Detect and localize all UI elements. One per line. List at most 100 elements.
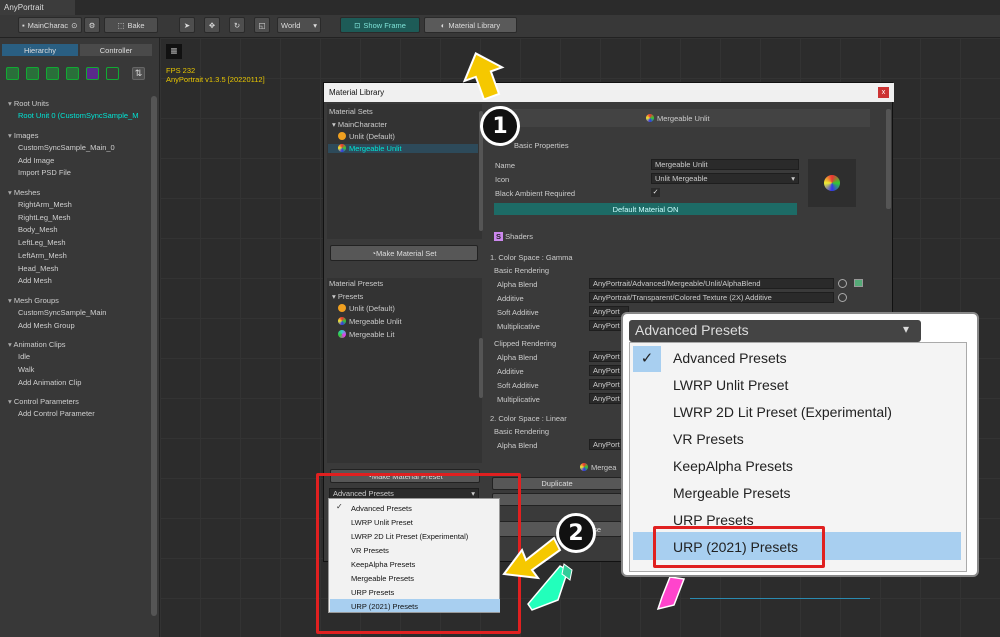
gamma-label: 1. Color Space : Gamma <box>490 253 573 262</box>
magnified-item[interactable]: Mergeable Presets <box>673 485 791 501</box>
gear-icon: ⚙ <box>88 20 96 30</box>
make-material-set-button[interactable]: ◔ Make Material Set <box>330 245 478 261</box>
mesh-item[interactable]: RightArm_Mesh <box>18 200 72 209</box>
preset-item[interactable]: Mergeable Lit <box>338 330 394 339</box>
magnified-item[interactable]: KeepAlpha Presets <box>673 458 793 474</box>
arrow-up-icon <box>462 52 505 100</box>
add-control-param-button[interactable]: Add Control Parameter <box>18 409 95 418</box>
mergeable-icon <box>646 114 654 122</box>
toolbar: ▪ MainCharac ⊙ ⚙ ⬚ Bake ➤ ✥ ↻ ◱ World ▾ ⊡ S… <box>0 15 1000 38</box>
settings-button[interactable]: ⚙ <box>84 17 100 33</box>
icon-preview <box>808 159 856 207</box>
alpha-blend-label: Alpha Blend <box>497 441 538 450</box>
shader-icon: S <box>494 232 504 241</box>
multiplicative-label: Multiplicative <box>497 395 540 404</box>
sets-root[interactable]: ▾ MainCharacter <box>332 120 387 129</box>
material-presets-label: Material Presets <box>329 279 384 288</box>
shader-path-field[interactable]: AnyPortrait/Advanced/Mergeable/Unlit/Alp… <box>589 278 834 289</box>
import-psd-button[interactable]: Import PSD File <box>18 168 71 177</box>
presets-scrollbar[interactable] <box>479 338 483 398</box>
add-image-button[interactable]: Add Image <box>18 156 54 165</box>
mesh-item[interactable]: LeftArm_Mesh <box>18 251 67 260</box>
preset-item[interactable]: Mergeable Unlit <box>338 317 402 326</box>
mesh-item[interactable]: Head_Mesh <box>18 264 58 273</box>
target-picker-icon[interactable] <box>838 279 847 288</box>
filter-mesh-icon[interactable] <box>46 67 59 80</box>
sort-icon[interactable]: ⇅ <box>132 67 145 80</box>
step-2-badge: 2 <box>556 513 596 553</box>
add-anim-button[interactable]: Add Animation Clip <box>18 378 81 387</box>
bake-icon: ⬚ <box>117 20 125 30</box>
root-unit-item[interactable]: Root Unit 0 (CustomSyncSample_M <box>18 111 138 120</box>
filter-meshgroup-icon[interactable] <box>66 67 79 80</box>
magnified-item[interactable]: VR Presets <box>673 431 744 447</box>
move-icon: ✥ <box>208 20 216 30</box>
chevron-down-icon: ▾ <box>903 322 910 336</box>
material-library-button[interactable]: ◐ Material Library <box>424 17 517 33</box>
icon-dropdown[interactable]: Unlit Mergeable ▾ <box>651 173 799 184</box>
shader-path-field[interactable]: AnyPortrait/Transparent/Colored Texture … <box>589 292 834 303</box>
mesh-item[interactable]: LeftLeg_Mesh <box>18 238 66 247</box>
image-item[interactable]: CustomSyncSample_Main_0 <box>18 143 115 152</box>
default-material-button[interactable]: Default Material ON <box>494 203 797 215</box>
target-picker-icon[interactable] <box>838 293 847 302</box>
close-icon[interactable]: x <box>878 87 889 98</box>
rotate-icon: ↻ <box>233 20 241 30</box>
material-icon: ◐ <box>440 20 446 30</box>
detail-scrollbar[interactable] <box>886 109 891 209</box>
highlight-box-large <box>653 526 825 568</box>
mergeable-icon <box>338 144 346 152</box>
filter-param-icon[interactable] <box>106 67 119 80</box>
magnified-item[interactable]: Advanced Presets <box>673 350 787 366</box>
unlit-icon <box>338 132 346 140</box>
filter-root-icon[interactable] <box>6 67 19 80</box>
rotate-tool-button[interactable]: ↻ <box>229 17 245 33</box>
section-control-params[interactable]: Control Parameters <box>8 397 79 406</box>
scale-tool-button[interactable]: ◱ <box>254 17 270 33</box>
section-mesh-groups[interactable]: Mesh Groups <box>8 296 59 305</box>
space-dropdown[interactable]: World ▾ <box>277 17 321 33</box>
target-picker-icon: ⊙ <box>71 20 78 30</box>
preset-item[interactable]: Unlit (Default) <box>338 304 395 313</box>
target-field[interactable]: ▪ MainCharac ⊙ <box>18 17 82 33</box>
character-leg-right <box>656 576 686 611</box>
set-item[interactable]: Unlit (Default) <box>338 132 395 141</box>
tab-hierarchy[interactable]: Hierarchy <box>2 44 78 56</box>
select-tool-button[interactable]: ➤ <box>179 17 195 33</box>
material-header-name: Mergeable Unlit <box>646 114 710 123</box>
anim-item[interactable]: Walk <box>18 365 34 374</box>
add-mesh-button[interactable]: Add Mesh <box>18 276 52 285</box>
section-root-units[interactable]: Root Units <box>8 99 49 108</box>
section-images[interactable]: Images <box>8 131 39 140</box>
fps-readout: FPS 232 <box>166 66 196 75</box>
section-anim-clips[interactable]: Animation Clips <box>8 340 65 349</box>
highlight-box-small <box>316 473 521 634</box>
anim-item[interactable]: Idle <box>18 352 30 361</box>
material-sets-label: Material Sets <box>329 107 373 116</box>
cursor-icon: ➤ <box>183 20 191 30</box>
menu-icon[interactable]: ≡ <box>166 44 182 59</box>
section-meshes[interactable]: Meshes <box>8 188 40 197</box>
basic-properties-label: Basic Properties <box>514 141 569 150</box>
mesh-item[interactable]: Body_Mesh <box>18 225 58 234</box>
filter-image-icon[interactable] <box>26 67 39 80</box>
magnified-item[interactable]: LWRP Unlit Preset <box>673 377 788 393</box>
bake-button[interactable]: ⬚ Bake <box>104 17 158 33</box>
step-1-badge: 1 <box>480 106 520 146</box>
black-ambient-checkbox[interactable]: ✓ <box>651 188 660 197</box>
presets-root[interactable]: ▾ Presets <box>332 292 363 301</box>
show-frame-button[interactable]: ⊡ Show Frame <box>340 17 420 33</box>
mesh-group-item[interactable]: CustomSyncSample_Main <box>18 308 106 317</box>
tab-controller[interactable]: Controller <box>80 44 152 56</box>
name-field[interactable]: Mergeable Unlit <box>651 159 799 170</box>
mesh-item[interactable]: RightLeg_Mesh <box>18 213 71 222</box>
set-item-selected[interactable]: Mergeable Unlit <box>328 144 478 153</box>
move-tool-button[interactable]: ✥ <box>204 17 220 33</box>
add-mesh-group-button[interactable]: Add Mesh Group <box>18 321 75 330</box>
app-tab[interactable]: AnyPortrait <box>0 0 75 15</box>
left-scrollbar[interactable] <box>151 96 157 616</box>
magnified-item[interactable]: LWRP 2D Lit Preset (Experimental) <box>673 404 892 420</box>
filter-anim-icon[interactable] <box>86 67 99 80</box>
shader-image-icon <box>854 279 863 287</box>
additive-label: Additive <box>497 367 524 376</box>
